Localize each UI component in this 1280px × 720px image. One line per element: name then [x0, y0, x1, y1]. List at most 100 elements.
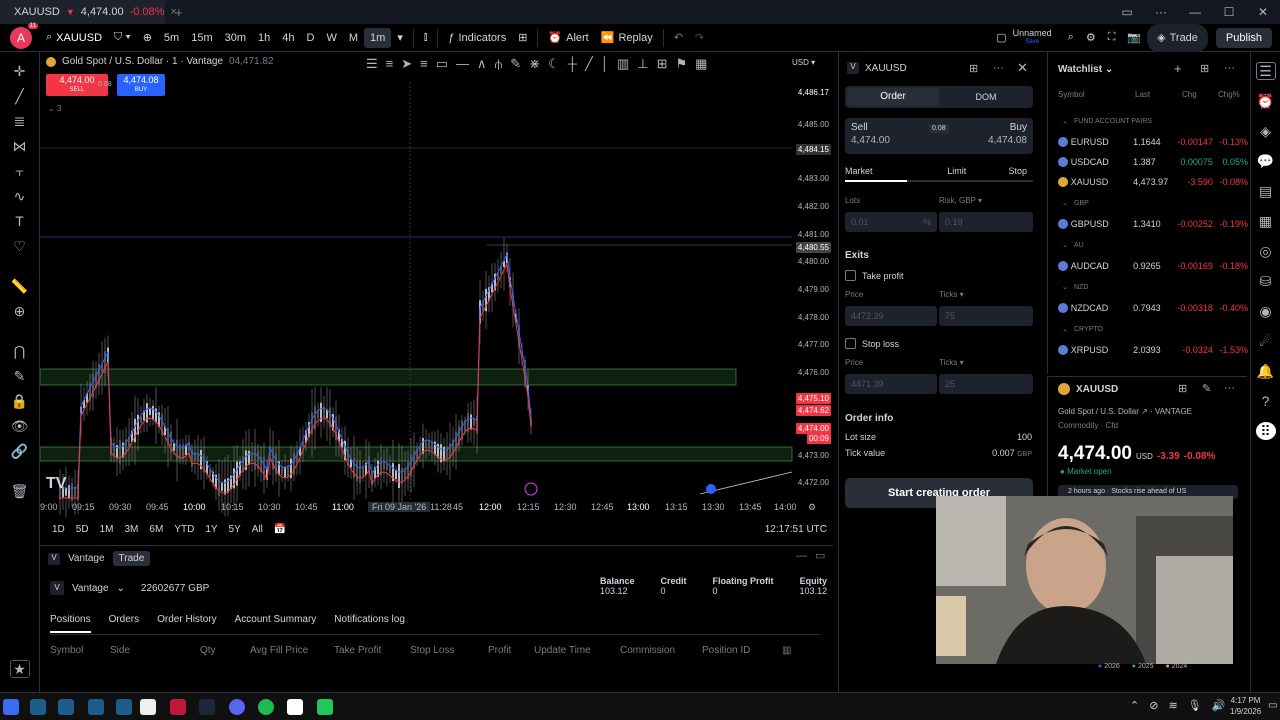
detail-header[interactable]: XAUUSD	[1058, 383, 1118, 395]
chevron-down-icon[interactable]: ⌄	[1062, 117, 1068, 125]
wifi-icon[interactable]: ≋	[1168, 699, 1177, 712]
add-symbol-icon[interactable]: ⊕	[137, 24, 158, 52]
chart-pane[interactable]: TV Gold Spot / U.S. Dollar · 1 · Vantage…	[40, 52, 833, 520]
tab-dom[interactable]: DOM	[941, 88, 1031, 106]
range-6m[interactable]: 6M	[149, 524, 163, 535]
interval-w[interactable]: W	[320, 24, 342, 52]
tab-notifications-log[interactable]: Notifications log	[334, 614, 405, 633]
utc-clock[interactable]: 12:17:51 UTC	[765, 524, 827, 535]
event-marker[interactable]	[524, 482, 538, 496]
app-icon[interactable]	[58, 699, 74, 715]
more-icon[interactable]: ···	[1224, 62, 1235, 74]
watchlist-title[interactable]: Watchlist ⌄	[1058, 64, 1113, 75]
new-tab-icon[interactable]: +	[175, 5, 183, 20]
more-icon[interactable]: ···	[993, 62, 1004, 74]
col-last[interactable]: Last	[1135, 90, 1182, 99]
watchlist-row[interactable]: XRPUSD 2.0393 -0.0324 -1.53%	[1048, 342, 1248, 358]
range-1d[interactable]: 1D	[52, 524, 65, 535]
spotify-icon[interactable]	[258, 699, 274, 715]
maximize-icon[interactable]: ☐	[1212, 5, 1246, 19]
chevron-down-icon[interactable]: ⌄	[1062, 283, 1068, 291]
layout-grid-icon[interactable]: ⊞	[969, 62, 978, 75]
interval-30m[interactable]: 30m	[219, 24, 252, 52]
indicators-button[interactable]: ƒ Indicators	[442, 24, 512, 52]
link-icon[interactable]: 🔗	[10, 442, 30, 460]
layout-grid-icon[interactable]: ⊞	[1178, 382, 1187, 395]
lines-icon[interactable]: ≡	[386, 56, 394, 72]
lock-icon[interactable]: 🔒	[10, 392, 30, 410]
help-icon[interactable]: ?	[1256, 392, 1276, 410]
range-3m[interactable]: 3M	[125, 524, 139, 535]
close-icon[interactable]: ✕	[1017, 60, 1028, 76]
fib-icon[interactable]: ≣	[10, 112, 30, 130]
tab-order-history[interactable]: Order History	[157, 614, 216, 633]
symbol-search[interactable]: ⌕ XAUUSD	[40, 24, 108, 52]
col-stop-loss[interactable]: Stop Loss	[410, 645, 488, 656]
chat-icon[interactable]: 💬	[1256, 152, 1276, 170]
indicator-collapse[interactable]: ⌄ 3	[48, 104, 61, 113]
interval-1m[interactable]: 1m	[364, 27, 392, 48]
hotlist-icon[interactable]: ▤	[1256, 182, 1276, 200]
chart-tab[interactable]: XAUUSD ▼ 4,474.00 -0.08% ×	[0, 0, 177, 24]
tp-ticks-input[interactable]: 75	[939, 306, 1033, 326]
replay-button[interactable]: ⏪ Replay	[595, 24, 659, 52]
ray-icon[interactable]: ―	[456, 56, 469, 72]
stay-drawing-icon[interactable]: ✎	[10, 367, 30, 385]
economic-event-icon[interactable]	[706, 484, 716, 494]
range-all[interactable]: All	[252, 524, 263, 535]
app-icon[interactable]	[88, 699, 104, 715]
col-symbol[interactable]: Symbol	[1058, 90, 1135, 99]
heart-icon[interactable]: ♡	[10, 237, 30, 255]
avatar[interactable]: A 11	[10, 22, 38, 49]
layout-grid-icon[interactable]: ⊞	[1200, 62, 1209, 75]
streams-icon[interactable]: ☄	[1256, 332, 1276, 350]
clock[interactable]: 4:17 PM 1/9/2026	[1230, 695, 1261, 717]
col-chg-pct[interactable]: Chg%	[1218, 90, 1240, 99]
external-link-icon[interactable]: ↗ ·	[1141, 407, 1155, 416]
col-symbol[interactable]: Symbol	[50, 645, 110, 656]
col-qty[interactable]: Qty	[200, 645, 250, 656]
interval-15m[interactable]: 15m	[185, 24, 218, 52]
magnet-icon[interactable]: ⋂	[10, 342, 30, 360]
pitchfork-icon[interactable]: ⫛	[495, 56, 503, 72]
zone-box-upper[interactable]	[40, 368, 737, 386]
volume-icon[interactable]: 🔊	[1212, 699, 1226, 712]
path-icon[interactable]: ∧	[477, 56, 487, 72]
app-icon[interactable]	[116, 699, 132, 715]
tab-positions[interactable]: Positions	[50, 614, 91, 633]
interval-4h[interactable]: 4h	[276, 24, 300, 52]
tab-account-summary[interactable]: Account Summary	[235, 614, 317, 633]
text-icon[interactable]: T	[10, 212, 30, 230]
undo-icon[interactable]: ↶	[668, 24, 689, 52]
type-stop[interactable]: Stop	[1008, 166, 1027, 176]
calendar-icon[interactable]: ▦	[1256, 212, 1276, 230]
col-commission[interactable]: Commission	[620, 645, 702, 656]
menu-icon[interactable]: ≡	[420, 56, 428, 72]
trade-button[interactable]: ◈ Trade	[1147, 23, 1208, 52]
steam-icon[interactable]	[199, 699, 215, 715]
app-icon[interactable]	[3, 699, 19, 715]
crosshair-icon[interactable]: ✛	[10, 62, 30, 80]
app-icon[interactable]	[170, 699, 186, 715]
alerts-clock-icon[interactable]: ⏰	[1256, 92, 1276, 110]
buy-button[interactable]: 4,474.08 BUY	[117, 74, 165, 96]
watchlist-row[interactable]: GBPUSD 1.3410 -0.00252 -0.19%	[1048, 216, 1248, 232]
go-to-date-icon[interactable]: 📅	[274, 524, 286, 535]
interval-m[interactable]: M	[343, 24, 364, 52]
trend-line-icon[interactable]: ╱	[10, 87, 30, 105]
interval-d[interactable]: D	[301, 24, 321, 52]
more-icon[interactable]: ···	[1144, 5, 1178, 19]
col-avg-fill[interactable]: Avg Fill Price	[250, 645, 334, 656]
pattern-icon[interactable]: ⋈	[10, 137, 30, 155]
watchlist-row[interactable]: EURUSD 1.1644 -0.00147 -0.13%	[1048, 134, 1248, 150]
app-icon[interactable]	[30, 699, 46, 715]
flag-icon[interactable]: ⚑	[675, 56, 687, 72]
tp-ticks-selector[interactable]: Ticks ▾	[939, 290, 964, 299]
ideas-icon[interactable]: ◉	[1256, 302, 1276, 320]
type-limit[interactable]: Limit	[947, 166, 966, 176]
long-position-icon[interactable]: ▥	[617, 56, 629, 72]
lots-input[interactable]: 0.01%	[845, 212, 937, 232]
watchlist-row[interactable]: NZDCAD 0.7943 -0.00318 -0.40%	[1048, 300, 1248, 316]
projection-icon[interactable]: ⫟	[10, 162, 30, 180]
close-window-icon[interactable]: ✕	[1246, 5, 1280, 19]
